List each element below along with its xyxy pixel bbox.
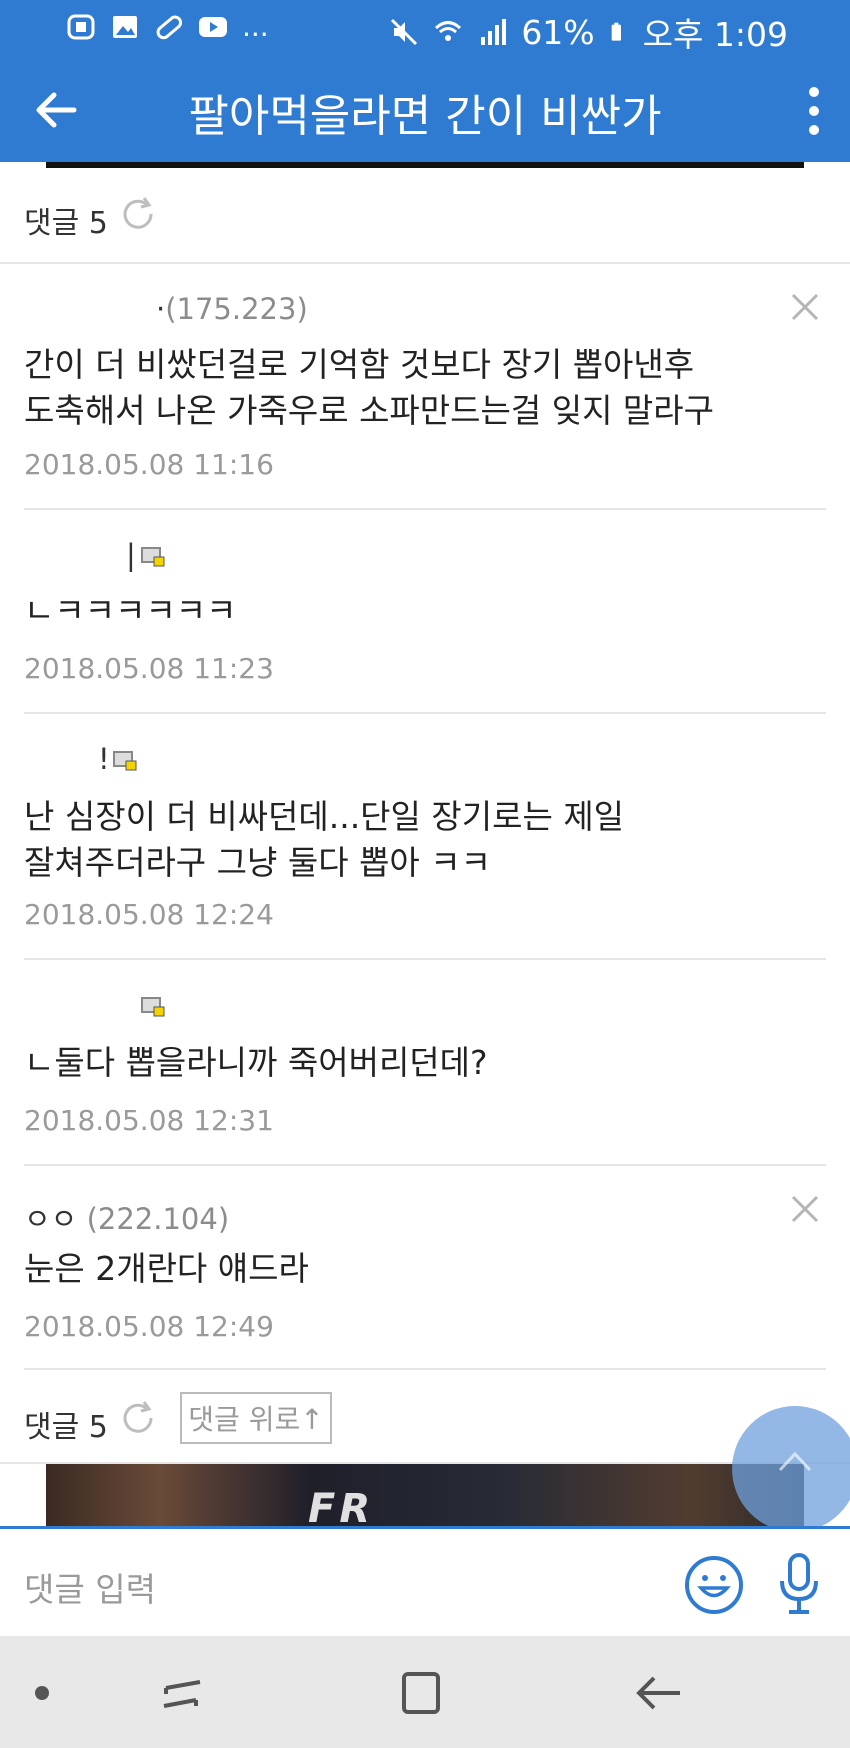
- status-more: ...: [242, 10, 269, 43]
- comment-text: 간이 더 비쌌던걸로 기억함 것보다 장기 뽑아낸후 도축해서 나온 가죽우로 …: [24, 345, 715, 430]
- comments-footer: 댓글 5: [0, 1370, 850, 1462]
- badge-icon: [67, 14, 95, 39]
- comment-date: 2018.05.08 11:23: [24, 652, 274, 685]
- separator: [24, 1164, 826, 1166]
- comment-date: 2018.05.08 12:49: [24, 1310, 274, 1343]
- emoji-icon[interactable]: [684, 1555, 744, 1615]
- user-badge-icon: [141, 547, 165, 567]
- banner-text: FR: [308, 1486, 375, 1526]
- pill-icon: [156, 15, 183, 39]
- comment-author: !: [98, 742, 110, 776]
- status-icons-right: 61% 오후 1:09: [389, 8, 788, 56]
- back-nav-icon[interactable]: [632, 1666, 686, 1720]
- chevron-up-icon: [778, 1451, 812, 1472]
- recent-apps-icon[interactable]: [156, 1666, 210, 1720]
- comment-count: 댓글 5: [24, 206, 108, 241]
- close-icon[interactable]: [788, 1192, 822, 1226]
- user-badge-icon: [141, 997, 165, 1017]
- banner-ad[interactable]: FR: [46, 1464, 804, 1526]
- battery-icon: [611, 22, 621, 41]
- battery-percent: 61%: [521, 12, 595, 52]
- nav-dot-icon[interactable]: [18, 1666, 72, 1720]
- page-title: 팔아먹을라면 간이 비싼가: [188, 91, 662, 142]
- scroll-top-fab[interactable]: [732, 1406, 850, 1532]
- refresh-icon[interactable]: [118, 194, 158, 234]
- mute-icon: [391, 18, 418, 46]
- wifi-icon: [435, 21, 462, 41]
- separator: [24, 958, 826, 960]
- youtube-icon: [199, 16, 227, 37]
- more-vert-icon[interactable]: [798, 84, 830, 138]
- comment-text: ㄴㅋㅋㅋㅋㅋㅋ: [24, 591, 237, 630]
- comment-ip: (222.104): [86, 1202, 230, 1236]
- separator: [24, 712, 826, 714]
- status-icons-left: ...: [66, 10, 269, 43]
- signal-icon: [481, 19, 507, 45]
- comment-date: 2018.05.08 12:24: [24, 898, 274, 931]
- comment-author: ·(175.223): [156, 292, 308, 326]
- separator: [24, 508, 826, 510]
- status-bar: ... 61% 오후 1:09: [0, 0, 850, 58]
- gallery-icon: [113, 15, 137, 38]
- refresh-icon[interactable]: [118, 1398, 158, 1438]
- comment-text: ㄴ둘다 뽑을라니까 죽어버리던데?: [24, 1043, 488, 1082]
- app-bar: 팔아먹을라면 간이 비싼가: [0, 58, 850, 162]
- divider: [0, 262, 850, 264]
- comment-author: |: [126, 538, 136, 572]
- comment-date: 2018.05.08 11:16: [24, 448, 274, 481]
- status-time: 오후 1:09: [642, 15, 788, 54]
- scroll-to-comments-top-button[interactable]: 댓글 위로↑: [180, 1392, 332, 1444]
- user-badge-icon: [113, 751, 137, 771]
- comment-input-bar: 댓글 입력: [0, 1526, 850, 1639]
- comment-text: 난 심장이 더 비싸던데...단일 장기로는 제일 잘쳐주더라구 그냥 둘다 뽑…: [24, 797, 625, 882]
- home-icon[interactable]: [394, 1666, 448, 1720]
- comment-count: 댓글 5: [24, 1410, 108, 1445]
- comment-date: 2018.05.08 12:31: [24, 1104, 274, 1137]
- comment-ip: (175.223): [165, 292, 308, 326]
- system-nav-bar: [0, 1636, 850, 1748]
- close-icon[interactable]: [788, 290, 822, 324]
- comment-text: 눈은 2개란다 얘드라: [24, 1249, 309, 1288]
- comment-input[interactable]: 댓글 입력: [24, 1563, 156, 1611]
- mic-icon[interactable]: [776, 1551, 822, 1617]
- comment-author: ㅇㅇ (222.104): [24, 1202, 230, 1236]
- comments-header: 댓글 5: [0, 168, 850, 264]
